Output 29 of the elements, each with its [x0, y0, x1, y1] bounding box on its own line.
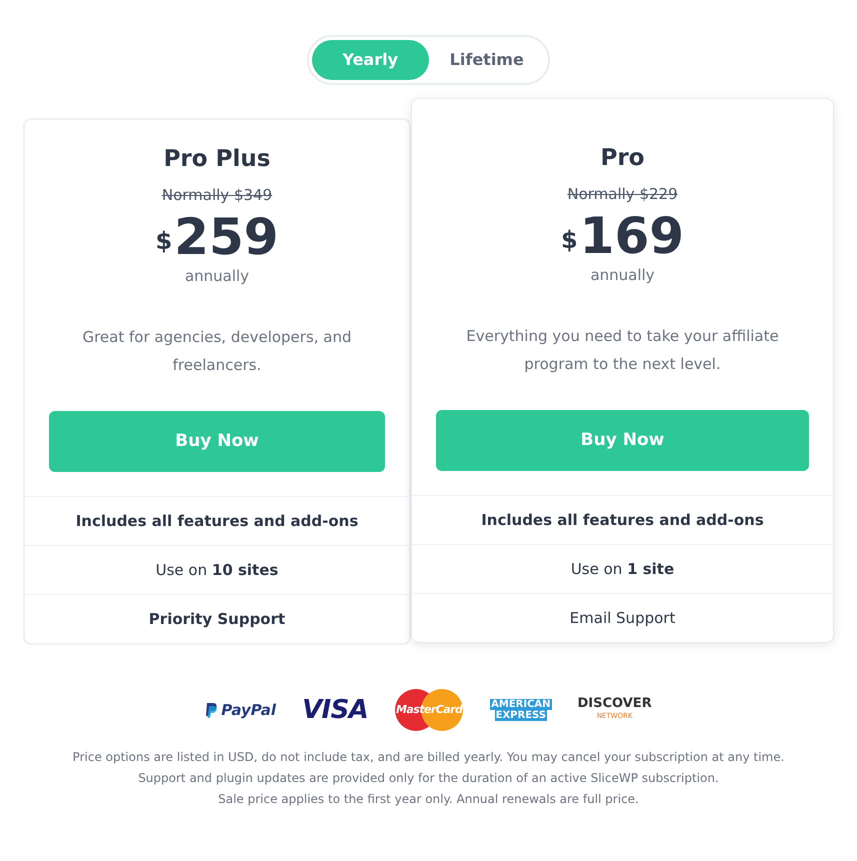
currency-symbol: $ — [155, 226, 172, 256]
paypal-logo: PayPal — [205, 698, 276, 722]
billing-period: annually — [590, 264, 655, 286]
footnote-text: Price options are listed in USD, do not include tax, and are billed yearly. You may cancel your subscription at any time. — [72, 749, 784, 766]
footnote-text: Support and plugin updates are provided only for the duration of an active SliceWP subscription. — [138, 770, 719, 787]
footnote-text: Sale price applies to the first year only. Annual renewals are full price. — [218, 791, 639, 808]
price: 259 — [174, 208, 279, 264]
price: 169 — [580, 208, 684, 264]
buy-now-button[interactable]: Buy Now — [49, 411, 385, 472]
currency-symbol: $ — [560, 224, 578, 256]
original-price: Normally $349 — [162, 185, 272, 206]
visa-logo: VISA — [302, 694, 368, 726]
feature-text: Use on 1 site — [570, 558, 674, 580]
feature-text: Includes all features and add-ons — [481, 510, 764, 531]
original-price: Normally $229 — [567, 184, 678, 205]
plan-name: Pro — [600, 144, 644, 173]
billing-tab[interactable]: Yearly — [312, 40, 428, 80]
feature-text: Priority Support — [148, 608, 286, 630]
mastercard-logo: MasterCard — [394, 688, 464, 732]
billing-period: annually — [184, 266, 250, 286]
feature-text: Use on 10 sites — [156, 560, 278, 581]
plan-name: Pro Plus — [164, 145, 270, 174]
feature-text: Includes all features and add-ons — [76, 510, 358, 532]
buy-now-button[interactable]: Buy Now — [436, 410, 809, 471]
plan-description: Everything you need to take your affiliate program to the next level. — [465, 326, 780, 375]
amex-logo: AMERICAN EXPRESS — [490, 699, 552, 721]
billing-tab[interactable]: Lifetime — [428, 40, 545, 80]
feature-text: Email Support — [570, 608, 676, 629]
plan-description: Great for agencies, developers, and freelancers. — [81, 327, 353, 376]
